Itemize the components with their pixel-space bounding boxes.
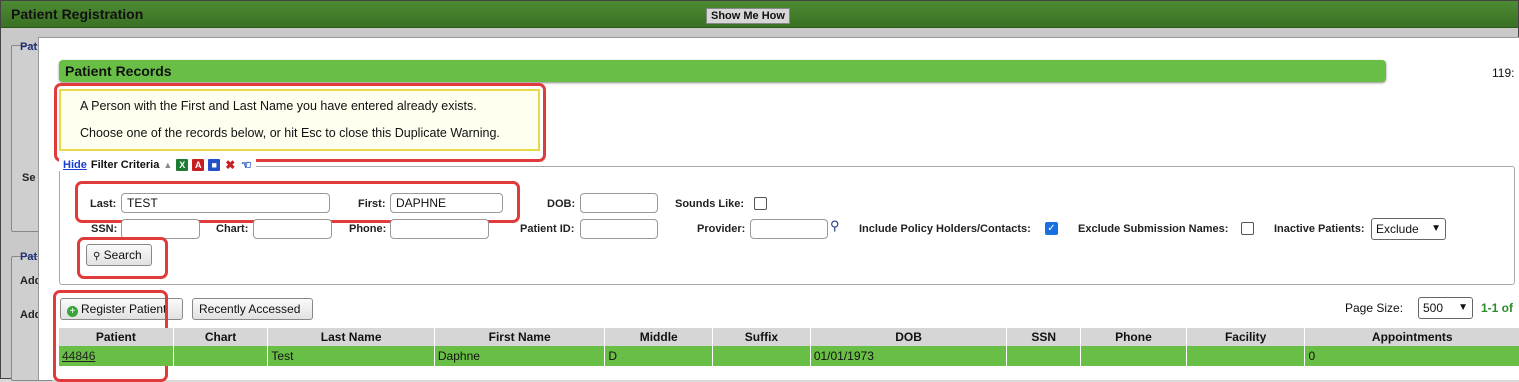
chart-input[interactable] [253,219,332,239]
inactive-patients-label: Inactive Patients: [1274,223,1365,235]
chart-label: Chart: [216,223,249,235]
page-size-select[interactable]: 500 ▼ [1418,297,1473,319]
column-header[interactable]: Middle [604,328,714,346]
patient-id-input[interactable] [580,219,658,239]
provider-input[interactable] [750,219,828,239]
phone-input[interactable] [390,219,489,239]
page-size-value: 500 [1423,301,1444,315]
chevron-down-icon: ▼ [1431,223,1441,234]
exclude-submission-label: Exclude Submission Names: [1078,223,1229,235]
chevron-down-icon: ▼ [1458,302,1468,313]
clear-filter-icon[interactable]: ✖ [224,159,236,171]
excel-export-icon[interactable]: X [176,159,189,171]
exclude-submission-checkbox[interactable] [1241,222,1254,235]
filter-legend: Hide Filter Criteria ▲ X A ■ ✖ ☜ [59,159,257,171]
highlight-warning [54,83,546,162]
column-header[interactable]: Appointments [1304,328,1519,346]
window-title: Patient Registration [11,6,144,22]
sounds-like-checkbox[interactable] [754,197,767,210]
table-cell [1080,346,1187,366]
background-label: Pat [20,251,38,263]
column-header[interactable]: Suffix [712,328,811,346]
table-header-row: Patient Chart Last Name First Name Middl… [59,328,1519,346]
sounds-like-label: Sounds Like: [675,198,745,210]
ssn-input[interactable] [121,219,200,239]
table-cell [1006,346,1082,366]
highlight-name-fields [75,181,520,223]
ssn-label: SSN: [91,223,118,235]
include-policy-label: Include Policy Holders/Contacts: [859,223,1031,235]
pdf-export-icon[interactable]: A [192,159,205,171]
dob-input[interactable] [580,193,658,213]
dob-label: DOB: [547,198,576,210]
column-header[interactable]: Phone [1080,328,1187,346]
collapse-arrow-icon[interactable]: ▲ [163,160,172,170]
patient-records-dialog: Patient Records 119: A Person with the F… [38,37,1519,382]
patient-table: Patient Chart Last Name First Name Middl… [59,328,1519,366]
filter-criteria-title: Filter Criteria [90,159,160,171]
column-header[interactable]: First Name [434,328,606,346]
page-range: 1-1 of [1481,301,1514,315]
table-cell [1186,346,1306,366]
table-cell: Daphne [434,346,606,366]
table-cell: 01/01/1973 [810,346,1008,366]
column-header[interactable]: DOB [810,328,1008,346]
phone-label: Phone: [349,223,387,235]
patient-id-label: Patient ID: [520,223,575,235]
table-cell [712,346,811,366]
recently-accessed-button[interactable]: Recently Accessed [192,298,313,320]
table-cell: 0 [1304,346,1519,366]
column-header[interactable]: SSN [1006,328,1082,346]
column-header[interactable]: Patient [59,328,174,346]
title-bar: Patient Registration Show Me How [1,1,1518,28]
page-size-label: Page Size: [1345,301,1404,315]
show-me-how-button[interactable]: Show Me How [706,8,790,24]
table-cell: D [604,346,714,366]
dialog-header: Patient Records [59,60,1386,82]
magnifier-icon[interactable]: ⚲ [830,218,840,234]
column-header[interactable]: Last Name [267,328,435,346]
patient-id-link[interactable]: 44846 [59,346,174,366]
include-policy-checkbox[interactable]: ✓ [1045,222,1058,235]
background-label: Pat [20,41,38,53]
highlight-search [77,237,168,279]
table-cell [173,346,269,366]
provider-label: Provider: [697,223,746,235]
table-cell: Test [267,346,435,366]
inactive-patients-select[interactable]: Exclude ▼ [1371,218,1446,240]
dialog-title: Patient Records [65,63,172,79]
column-header[interactable]: Chart [173,328,269,346]
corner-text: 119: [1492,66,1515,80]
background-label: Se [22,172,36,184]
save-icon[interactable]: ■ [208,159,221,171]
hide-filter-link[interactable]: Hide [63,159,87,171]
inactive-patients-value: Exclude [1376,222,1419,236]
pointer-icon[interactable]: ☜ [240,159,252,171]
table-row[interactable]: 44846 Test Daphne D 01/01/1973 0 [59,346,1519,366]
column-header[interactable]: Facility [1186,328,1306,346]
